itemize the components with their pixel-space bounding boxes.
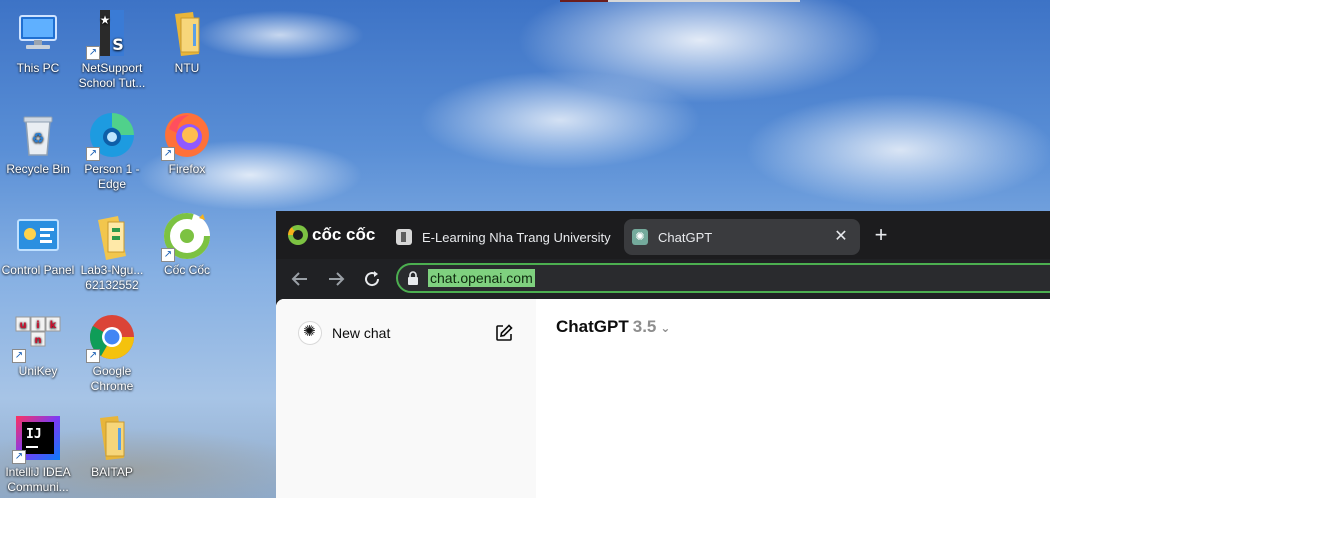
shortcut-arrow-icon: ↗ bbox=[86, 147, 100, 161]
svg-text:★: ★ bbox=[100, 13, 111, 27]
desktop-icon-label: Control Panel bbox=[1, 263, 75, 277]
desktop-icon-recycle-bin[interactable]: ♻ Recycle Bin bbox=[0, 111, 76, 177]
tab-chatgpt[interactable]: ✺ ChatGPT ✕ bbox=[624, 219, 860, 255]
chat-sidebar: New chat bbox=[276, 299, 536, 498]
svg-text:k: k bbox=[50, 320, 57, 331]
address-bar[interactable]: chat.openai.com bbox=[396, 263, 1050, 293]
folder-icon bbox=[88, 414, 136, 462]
control-panel-icon bbox=[14, 212, 62, 260]
desktop-icon-baitap[interactable]: BAITAP bbox=[74, 414, 150, 480]
shortcut-arrow-icon: ↗ bbox=[12, 450, 26, 464]
model-selector[interactable]: ChatGPT 3.5 ⌄ bbox=[556, 317, 670, 337]
chatgpt-favicon-icon: ✺ bbox=[632, 229, 648, 245]
sliver-light bbox=[608, 0, 800, 2]
desktop-icon-label: Cốc Cốc bbox=[163, 263, 210, 277]
tab-title: ChatGPT bbox=[658, 229, 713, 245]
desktop-icon-label: Lab3-Ngu... 62132552 bbox=[80, 263, 144, 292]
coccoc-logo-icon bbox=[288, 225, 308, 245]
desktop-icon-netsupport[interactable]: ★ S ↗ NetSupport School Tut... bbox=[74, 10, 150, 91]
browser-brand[interactable]: cốc cốc bbox=[288, 224, 375, 246]
desktop-icon-label: UniKey bbox=[18, 364, 58, 378]
svg-text:S: S bbox=[112, 35, 124, 54]
svg-text:u: u bbox=[19, 320, 26, 331]
desktop-icon-label: BAITAP bbox=[91, 465, 133, 479]
tab-bar: cốc cốc E-Learning Nha Trang University … bbox=[276, 211, 1050, 259]
shortcut-arrow-icon: ↗ bbox=[161, 248, 175, 262]
desktop-icon-ntu[interactable]: NTU bbox=[149, 10, 225, 76]
forward-arrow-icon[interactable] bbox=[324, 267, 348, 291]
shortcut-arrow-icon: ↗ bbox=[86, 349, 100, 363]
netsupport-icon: ★ S ↗ bbox=[86, 10, 136, 60]
desktop-icon-this-pc[interactable]: This PC bbox=[0, 10, 76, 76]
desktop-icon-label: Google Chrome bbox=[90, 364, 134, 393]
edit-icon[interactable] bbox=[494, 323, 514, 343]
desktop-icon-label: Person 1 - Edge bbox=[84, 162, 140, 191]
openai-logo-icon bbox=[298, 321, 322, 345]
edge-icon: ↗ bbox=[86, 111, 136, 161]
browser-brand-label: cốc cốc bbox=[312, 225, 376, 244]
tab-title: E-Learning Nha Trang University bbox=[422, 229, 611, 245]
desktop-icon-lab3[interactable]: Lab3-Ngu... 62132552 bbox=[74, 212, 150, 293]
url-text[interactable]: chat.openai.com bbox=[428, 269, 535, 287]
page-content: New chat ChatGPT 3.5 ⌄ bbox=[276, 299, 1050, 498]
new-tab-button[interactable]: + bbox=[870, 224, 892, 247]
firefox-icon: ↗ bbox=[161, 111, 211, 161]
background-window-sliver bbox=[560, 0, 800, 2]
archive-folder-icon bbox=[88, 212, 136, 260]
desktop: This PC ♻ Recycle Bin Control Panel u i … bbox=[0, 0, 1050, 498]
intellij-icon: IJ ↗ bbox=[12, 414, 62, 464]
svg-text:i: i bbox=[36, 320, 39, 331]
elearning-favicon-icon bbox=[396, 229, 412, 245]
sliver-dark bbox=[560, 0, 608, 2]
svg-text:♻: ♻ bbox=[32, 131, 45, 147]
browser-window: cốc cốc E-Learning Nha Trang University … bbox=[276, 211, 1050, 498]
desktop-icon-label: Recycle Bin bbox=[6, 162, 70, 176]
computer-icon bbox=[14, 10, 62, 58]
coccoc-icon: ↗ bbox=[161, 212, 211, 262]
shortcut-arrow-icon: ↗ bbox=[161, 147, 175, 161]
desktop-icon-label: This PC bbox=[16, 61, 60, 75]
recycle-bin-icon: ♻ bbox=[14, 111, 62, 159]
back-arrow-icon[interactable] bbox=[288, 267, 312, 291]
desktop-icon-label: NetSupport School Tut... bbox=[78, 61, 146, 90]
browser-toolbar: chat.openai.com bbox=[276, 259, 1050, 299]
desktop-icon-label: IntelliJ IDEA Communi... bbox=[5, 465, 71, 494]
svg-text:n: n bbox=[34, 335, 41, 346]
folder-icon bbox=[163, 10, 211, 58]
desktop-icon-intellij[interactable]: IJ ↗ IntelliJ IDEA Communi... bbox=[0, 414, 76, 495]
shortcut-arrow-icon: ↗ bbox=[86, 46, 100, 60]
model-name: ChatGPT bbox=[556, 317, 629, 336]
lock-icon bbox=[408, 271, 418, 285]
reload-icon[interactable] bbox=[360, 267, 384, 291]
close-tab-icon[interactable]: ✕ bbox=[832, 228, 850, 246]
unikey-icon: u i k n ↗ bbox=[12, 313, 62, 363]
new-chat-button[interactable]: New chat bbox=[288, 309, 524, 357]
svg-text:IJ: IJ bbox=[26, 427, 42, 442]
desktop-icon-label: NTU bbox=[174, 61, 200, 75]
new-chat-label: New chat bbox=[332, 325, 391, 341]
desktop-icon-google-chrome[interactable]: ↗ Google Chrome bbox=[74, 313, 150, 394]
desktop-icon-firefox[interactable]: ↗ Firefox bbox=[149, 111, 225, 177]
desktop-icon-control-panel[interactable]: Control Panel bbox=[0, 212, 76, 278]
chrome-icon: ↗ bbox=[86, 313, 136, 363]
desktop-icon-edge[interactable]: ↗ Person 1 - Edge bbox=[74, 111, 150, 192]
chevron-down-icon: ⌄ bbox=[660, 321, 671, 335]
desktop-icon-coccoc[interactable]: ↗ Cốc Cốc bbox=[149, 212, 225, 278]
model-version: 3.5 bbox=[632, 317, 657, 336]
shortcut-arrow-icon: ↗ bbox=[12, 349, 26, 363]
tab-elearning[interactable]: E-Learning Nha Trang University bbox=[388, 219, 614, 255]
desktop-icon-label: Firefox bbox=[168, 162, 206, 176]
desktop-icon-unikey[interactable]: u i k n ↗ UniKey bbox=[0, 313, 76, 379]
